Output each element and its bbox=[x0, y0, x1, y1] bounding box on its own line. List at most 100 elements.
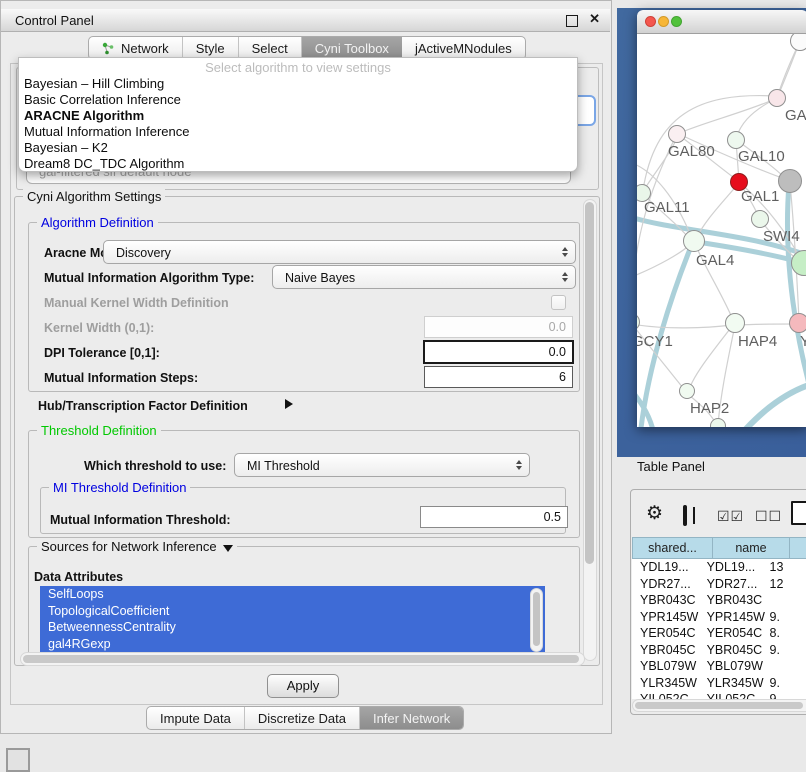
network-node[interactable] bbox=[778, 169, 802, 193]
mi-threshold-field[interactable]: 0.5 bbox=[420, 506, 568, 528]
attribute-item[interactable]: SelfLoops bbox=[40, 586, 545, 603]
close-icon[interactable]: ✕ bbox=[589, 11, 600, 27]
group-title: Algorithm Definition bbox=[37, 215, 158, 230]
kernel-width-field[interactable]: 0.0 bbox=[424, 316, 573, 338]
algorithm-option[interactable]: Bayesian – Hill Climbing bbox=[19, 76, 577, 92]
tab-jactivemnodules[interactable]: jActiveMNodules bbox=[402, 37, 525, 59]
network-node-label: GCY1 bbox=[637, 333, 673, 350]
mi-threshold-label: Mutual Information Threshold: bbox=[50, 513, 231, 527]
network-node[interactable] bbox=[751, 210, 769, 228]
manual-kernel-checkbox[interactable] bbox=[551, 295, 566, 310]
aracne-mode-combobox[interactable]: Discovery bbox=[103, 240, 576, 264]
column-header[interactable] bbox=[790, 537, 806, 559]
algorithm-option[interactable]: Mutual Information Inference bbox=[19, 124, 577, 140]
settings-horizontal-scrollbar[interactable] bbox=[20, 652, 585, 666]
scrollbar-thumb[interactable] bbox=[23, 655, 579, 663]
network-node[interactable] bbox=[710, 418, 726, 427]
algorithm-dropdown-list: Select algorithm to view settings Bayesi… bbox=[18, 57, 578, 172]
network-canvas[interactable]: GALGAL80GAL10GAL1GAL11SWI4GAL4GCY1HAP4YH… bbox=[637, 34, 806, 427]
panel-title: Control Panel bbox=[15, 13, 94, 28]
network-view-window[interactable]: GALGAL80GAL10GAL1GAL11SWI4GAL4GCY1HAP4YH… bbox=[637, 10, 806, 427]
group-title: Threshold Definition bbox=[37, 423, 161, 438]
dpi-tolerance-label: DPI Tolerance [0,1]: bbox=[44, 346, 160, 360]
tab-style[interactable]: Style bbox=[183, 37, 239, 59]
network-node[interactable] bbox=[668, 125, 686, 143]
tab-cyni-toolbox[interactable]: Cyni Toolbox bbox=[302, 37, 402, 59]
data-attributes-list: SelfLoops TopologicalCoefficient Between… bbox=[40, 586, 545, 652]
table-row[interactable]: YER054CYER054C8. bbox=[632, 625, 806, 642]
column-header-name[interactable]: name bbox=[713, 537, 790, 559]
zoom-traffic-light[interactable] bbox=[671, 16, 682, 27]
algorithm-option[interactable]: Basic Correlation Inference bbox=[19, 92, 577, 108]
table-row[interactable]: YDL19...YDL19...13 bbox=[632, 559, 806, 576]
network-icon bbox=[102, 42, 115, 55]
mi-type-combobox[interactable]: Naive Bayes bbox=[272, 265, 576, 289]
algorithm-option[interactable]: Bayesian – K2 bbox=[19, 140, 577, 156]
expand-arrow-icon[interactable] bbox=[285, 399, 293, 409]
table-row[interactable]: YDR27...YDR27...12 bbox=[632, 576, 806, 593]
group-title: Sources for Network Inference bbox=[37, 539, 237, 554]
apply-button[interactable]: Apply bbox=[267, 674, 339, 698]
network-node-label: GAL bbox=[785, 107, 806, 124]
network-node[interactable] bbox=[790, 34, 806, 51]
column-header-shared-name[interactable]: shared... bbox=[632, 537, 713, 559]
scrollbar-thumb[interactable] bbox=[585, 202, 594, 564]
tab-infer-network[interactable]: Infer Network bbox=[360, 707, 463, 729]
attribute-item[interactable]: gal4RGexp bbox=[40, 636, 545, 653]
deselect-all-checkboxes-icon[interactable]: ☐☐ bbox=[755, 508, 782, 525]
attribute-item[interactable]: TopologicalCoefficient bbox=[40, 603, 545, 620]
table-row[interactable]: YIL052CYIL052C9 bbox=[632, 691, 806, 699]
scrollbar-thumb[interactable] bbox=[533, 592, 540, 646]
hub-definition-label: Hub/Transcription Factor Definition bbox=[38, 399, 248, 413]
tab-select[interactable]: Select bbox=[239, 37, 302, 59]
tab-discretize-data[interactable]: Discretize Data bbox=[245, 707, 360, 729]
data-attributes-label: Data Attributes bbox=[34, 570, 123, 584]
float-window-icon[interactable] bbox=[566, 15, 578, 27]
algorithm-option-selected[interactable]: ARACNE Algorithm bbox=[19, 108, 577, 124]
table-row[interactable]: YBR043CYBR043C bbox=[632, 592, 806, 609]
stepper-arrows-icon bbox=[562, 272, 568, 282]
network-node[interactable] bbox=[768, 89, 786, 107]
scrollbar-thumb[interactable] bbox=[635, 702, 803, 709]
control-panel-titlebar: Control Panel ✕ bbox=[1, 9, 610, 32]
mi-type-label: Mutual Information Algorithm Type: bbox=[44, 271, 254, 285]
collapse-arrow-icon[interactable] bbox=[223, 545, 233, 552]
bottom-tabbar: Impute Data Discretize Data Infer Networ… bbox=[146, 706, 464, 730]
table-row[interactable]: YPR145WYPR145W9. bbox=[632, 609, 806, 626]
network-node[interactable] bbox=[683, 230, 705, 252]
attributes-vertical-scrollbar[interactable] bbox=[530, 588, 543, 652]
threshold-combobox[interactable]: MI Threshold bbox=[234, 453, 530, 477]
network-node[interactable] bbox=[727, 131, 745, 149]
network-node-label: GAL10 bbox=[738, 148, 785, 165]
attribute-item[interactable]: BetweennessCentrality bbox=[40, 619, 545, 636]
minimize-traffic-light[interactable] bbox=[658, 16, 669, 27]
dpi-tolerance-field[interactable]: 0.0 bbox=[423, 340, 574, 364]
algorithm-option[interactable]: Dream8 DC_TDC Algorithm bbox=[19, 156, 577, 172]
network-node[interactable] bbox=[679, 383, 695, 399]
table-panel-title: Table Panel bbox=[637, 459, 705, 474]
group-title: Cyni Algorithm Settings bbox=[23, 189, 165, 204]
columns-icon[interactable] bbox=[683, 505, 687, 526]
table-row[interactable]: YBL079WYBL079W bbox=[632, 658, 806, 675]
close-traffic-light[interactable] bbox=[645, 16, 656, 27]
mi-steps-field[interactable]: 6 bbox=[424, 366, 573, 388]
network-node-label: Y bbox=[800, 333, 806, 350]
table-horizontal-scrollbar[interactable] bbox=[632, 699, 806, 712]
table-row[interactable]: YLR345WYLR345W9. bbox=[632, 675, 806, 692]
network-node-label: HAP2 bbox=[690, 400, 729, 417]
settings-vertical-scrollbar[interactable] bbox=[583, 199, 597, 661]
network-node-label: GAL4 bbox=[696, 252, 734, 269]
select-all-checkboxes-icon[interactable]: ☑☑ bbox=[717, 508, 744, 525]
mi-steps-label: Mutual Information Steps: bbox=[44, 371, 198, 385]
table-header-row: shared... name bbox=[632, 537, 806, 559]
minimized-panel-icon[interactable] bbox=[6, 748, 30, 772]
tab-impute-data[interactable]: Impute Data bbox=[147, 707, 245, 729]
kernel-width-label: Kernel Width (0,1): bbox=[44, 321, 154, 335]
gear-icon[interactable]: ⚙ bbox=[646, 504, 663, 523]
network-node-label: HAP4 bbox=[738, 333, 777, 350]
network-node[interactable] bbox=[725, 313, 745, 333]
tab-network[interactable]: Network bbox=[89, 37, 183, 59]
document-icon[interactable] bbox=[791, 501, 806, 525]
network-node[interactable] bbox=[789, 313, 806, 333]
table-row[interactable]: YBR045CYBR045C9. bbox=[632, 642, 806, 659]
